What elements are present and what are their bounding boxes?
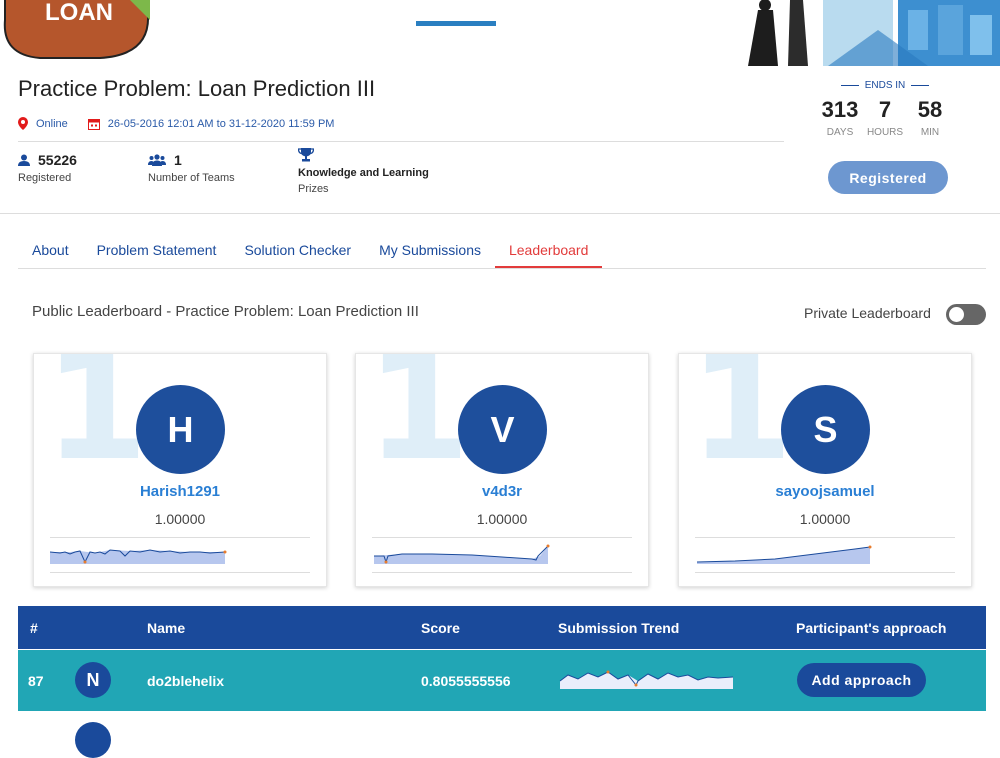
stat-teams: 1 Number of Teams (148, 152, 235, 184)
avatar: H (136, 385, 225, 474)
row-score: 0.8055555556 (421, 672, 511, 689)
col-trend: Submission Trend (558, 619, 680, 636)
submission-trend-sparkline (50, 549, 227, 564)
tab-solution-checker[interactable]: Solution Checker (230, 232, 365, 268)
avatar: S (781, 385, 870, 474)
participant-name[interactable]: Harish1291 (34, 483, 326, 500)
top-card: 1 S sayoojsamuel 1.00000 (678, 353, 972, 587)
stat-label: Number of Teams (148, 172, 235, 184)
loan-bag-logo: LOAN (3, 0, 150, 59)
tab-my-submissions[interactable]: My Submissions (365, 232, 495, 268)
city-illustration (728, 0, 1000, 66)
location-text: Online (36, 117, 68, 130)
calendar-icon (87, 118, 100, 130)
divider (0, 213, 1000, 214)
add-approach-button[interactable]: Add approach (797, 663, 926, 697)
participant-score: 1.00000 (476, 511, 528, 527)
date-range: 26-05-2016 12:01 AM to 31-12-2020 11:59 … (107, 117, 335, 130)
col-name: Name (147, 619, 186, 636)
col-approach: Participant's approach (796, 619, 947, 636)
private-leaderboard-label: Private Leaderboard (804, 305, 931, 321)
rank-watermark: 1 (44, 353, 149, 494)
stat-registered: 55226 Registered (18, 152, 77, 184)
row-name[interactable]: do2blehelix (147, 650, 224, 711)
top-card: 1 H Harish1291 1.00000 (33, 353, 327, 587)
event-meta: Online 26-05-2016 12:01 AM to 31-12-2020… (18, 117, 354, 130)
rank-watermark: 1 (689, 353, 794, 494)
submission-trend-sparkline (696, 545, 872, 564)
stat-label: Registered (18, 172, 72, 184)
stat-prizes: Knowledge and Learning Prizes (297, 148, 429, 195)
private-leaderboard-toggle[interactable] (946, 304, 986, 325)
days-label: DAYS (826, 127, 854, 138)
tab-leaderboard[interactable]: Leaderboard (494, 232, 603, 268)
stat-value: 55226 (38, 152, 77, 168)
avatar: N (75, 662, 111, 698)
countdown-hours: 7 (878, 97, 892, 122)
banner-accent-bar (416, 21, 496, 26)
row-rank: 87 (28, 672, 44, 689)
page-title: Practice Problem: Loan Prediction III (18, 76, 376, 101)
leaderboard-title: Public Leaderboard - Practice Problem: L… (32, 303, 419, 320)
tab-bar: About Problem Statement Solution Checker… (18, 232, 603, 268)
participant-score: 1.00000 (154, 511, 206, 527)
tabs-underline (18, 268, 986, 269)
stat-value: Knowledge and Learning (298, 167, 429, 179)
divider (18, 141, 784, 142)
table-row: 87 N do2blehelix 0.8055555556 Add approa… (18, 650, 986, 711)
user-icon (18, 154, 30, 166)
avatar (75, 722, 111, 758)
col-rank: # (30, 619, 38, 636)
team-icon (148, 154, 166, 166)
location-pin-icon (18, 117, 28, 130)
hours-label: HOURS (866, 127, 904, 138)
toggle-knob (949, 307, 964, 322)
logo-text: LOAN (45, 0, 113, 26)
countdown-min: 58 (917, 97, 943, 122)
top-card: 1 V v4d3r 1.00000 (355, 353, 649, 587)
ends-in-label: ENDS IN (864, 80, 906, 91)
tab-problem-statement[interactable]: Problem Statement (83, 232, 231, 268)
countdown: ENDS IN 313 7 58 DAYS HOURS MIN (820, 80, 950, 138)
table-header: # Name Score Submission Trend Participan… (18, 606, 986, 649)
participant-score: 1.00000 (799, 511, 851, 527)
stat-value: 1 (174, 152, 182, 168)
col-score: Score (421, 619, 460, 636)
registered-button[interactable]: Registered (828, 161, 948, 194)
min-label: MIN (920, 127, 940, 138)
banner: LOAN (0, 0, 1000, 66)
submission-trend-sparkline (559, 670, 734, 689)
participant-name[interactable]: v4d3r (356, 483, 648, 500)
trophy-icon (297, 148, 429, 165)
participant-name[interactable]: sayoojsamuel (679, 483, 971, 500)
tab-about[interactable]: About (18, 232, 83, 268)
stat-label: Prizes (298, 183, 329, 195)
submission-trend-sparkline (374, 544, 550, 564)
countdown-days: 313 (821, 97, 859, 122)
rank-watermark: 1 (366, 353, 471, 494)
avatar: V (458, 385, 547, 474)
